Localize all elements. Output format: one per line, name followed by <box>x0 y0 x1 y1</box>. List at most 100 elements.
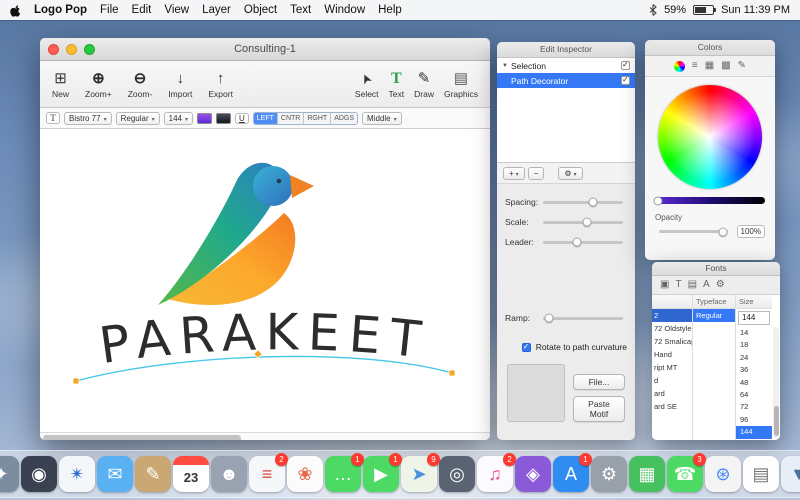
logo-text[interactable]: PARAKEET <box>96 303 433 375</box>
dock-messages[interactable]: … 1 <box>325 456 361 492</box>
font-style-select[interactable]: Regular <box>116 112 160 125</box>
horizontal-scrollbar[interactable] <box>40 432 490 440</box>
menu-item[interactable]: Text <box>290 4 311 16</box>
dock-phone[interactable]: ☎ 3 <box>667 456 703 492</box>
toolbar-button[interactable]: ✎ Draw <box>414 70 434 99</box>
text-color-well[interactable] <box>197 113 212 124</box>
dock-reminders[interactable]: ≡ 2 <box>249 456 285 492</box>
dock-podcasts[interactable]: ◈ <box>515 456 551 492</box>
dock-numbers[interactable]: ▦ <box>629 456 665 492</box>
font-family-select[interactable]: Bistro 77 <box>64 112 112 125</box>
alignment-option[interactable]: ADGS <box>331 113 357 124</box>
paste-motif-button[interactable]: Paste Motif <box>573 396 625 422</box>
dock-textedit[interactable]: ▤ <box>743 456 779 492</box>
font-size-row[interactable]: 18 <box>736 339 772 351</box>
app-menu[interactable]: Logo Pop <box>34 4 87 16</box>
fonts-actions-icon[interactable] <box>716 278 725 292</box>
brightness-slider[interactable] <box>655 197 765 204</box>
dock-safari[interactable]: ✴ <box>59 456 95 492</box>
font-size-row[interactable]: 14 <box>736 327 772 339</box>
menu-item[interactable]: Window <box>324 4 365 16</box>
vertical-scrollbar[interactable] <box>773 327 779 438</box>
font-size-row[interactable]: 96 <box>736 414 772 426</box>
font-size-row[interactable]: 144 <box>736 426 772 438</box>
size-input-field[interactable]: 144 <box>738 311 770 325</box>
slider-thumb[interactable] <box>572 238 581 247</box>
alignment-option[interactable]: CNTR <box>278 113 304 124</box>
window-titlebar[interactable]: Consulting-1 <box>40 38 490 61</box>
menu-item[interactable]: Edit <box>132 4 152 16</box>
font-family-row[interactable]: d <box>652 374 692 387</box>
rotate-to-path-checkbox[interactable] <box>522 343 531 352</box>
toolbar-button[interactable]: ⊖ Zoom- <box>128 70 153 99</box>
add-decorator-button[interactable]: + <box>503 167 525 180</box>
color-wheel-tab-icon[interactable] <box>674 61 685 72</box>
dock-launchpad[interactable]: ✦ <box>0 456 19 492</box>
font-size-row[interactable]: 72 <box>736 401 772 413</box>
panel-title[interactable]: Edit Inspector <box>497 42 635 58</box>
dock-app-store[interactable]: A 1 <box>553 456 589 492</box>
menu-item[interactable]: File <box>100 4 119 16</box>
dock-notes[interactable]: ✎ <box>135 456 171 492</box>
toolbar-button[interactable]: T Text <box>389 70 405 99</box>
dock-contacts[interactable]: ☻ <box>211 456 247 492</box>
color-sliders-tab-icon[interactable] <box>692 59 698 73</box>
scrollbar-thumb[interactable] <box>774 406 779 436</box>
color-spectrum-tab-icon[interactable] <box>721 59 730 73</box>
file-button[interactable]: File... <box>573 374 625 390</box>
font-family-row[interactable]: ard SE <box>652 400 692 413</box>
slider[interactable] <box>543 241 623 244</box>
color-palettes-tab-icon[interactable] <box>705 59 714 73</box>
dock-photos[interactable]: ❀ <box>287 456 323 492</box>
dock-camera[interactable]: ◎ <box>439 456 475 492</box>
list-item-path-decorator[interactable]: Path Decorator <box>497 73 635 88</box>
toolbar-button[interactable]: ↓ Import <box>168 70 192 99</box>
document-canvas[interactable]: PARAKEET <box>40 129 490 432</box>
toolbar-button[interactable]: ➤ Select <box>355 70 379 99</box>
opacity-slider[interactable] <box>659 230 728 233</box>
slider-thumb[interactable] <box>654 196 663 205</box>
dock-itunes[interactable]: ♫ 2 <box>477 456 513 492</box>
list-item-selection[interactable]: ▼ Selection <box>497 58 635 73</box>
dock-mail[interactable]: ✉ <box>97 456 133 492</box>
dock-facetime[interactable]: ▶ 1 <box>363 456 399 492</box>
font-family-row[interactable]: 2 <box>652 309 692 322</box>
visibility-checkbox[interactable] <box>621 76 630 85</box>
menu-item[interactable]: Layer <box>202 4 231 16</box>
color-wheel[interactable] <box>658 85 762 189</box>
font-family-row[interactable]: ard <box>652 387 692 400</box>
toolbar-button[interactable]: ⊞ New <box>52 70 69 99</box>
toolbar-button[interactable]: ▤ Graphics <box>444 70 478 99</box>
toolbar-button[interactable]: ⊕ Zoom+ <box>85 70 112 99</box>
alignment-option[interactable]: RGHT <box>304 113 331 124</box>
typeface-row-selected[interactable]: Regular <box>693 309 735 322</box>
dock-settings[interactable]: ⚙ <box>591 456 627 492</box>
font-family-row[interactable]: 72 Oldstyle <box>652 322 692 335</box>
remove-decorator-button[interactable]: − <box>528 167 545 180</box>
toolbar-button[interactable]: ↑ Export <box>208 70 233 99</box>
color-pencils-tab-icon[interactable] <box>738 59 746 73</box>
vertical-align-select[interactable]: Middle <box>362 112 402 125</box>
stroke-color-well[interactable] <box>216 113 231 124</box>
fonts-list-icon[interactable] <box>688 278 697 292</box>
slider-thumb[interactable] <box>718 227 727 236</box>
fonts-size-icon[interactable] <box>703 278 710 292</box>
fonts-text-icon[interactable] <box>675 278 681 292</box>
font-family-row[interactable]: 72 Smalicap <box>652 335 692 348</box>
visibility-checkbox[interactable] <box>621 61 630 70</box>
font-size-row[interactable]: 24 <box>736 352 772 364</box>
font-size-row[interactable]: 36 <box>736 364 772 376</box>
ramp-slider[interactable] <box>543 317 623 320</box>
font-size-select[interactable]: 144 <box>164 112 193 125</box>
font-family-row[interactable]: ript MT <box>652 361 692 374</box>
slider[interactable] <box>543 201 623 204</box>
menu-item[interactable]: View <box>164 4 189 16</box>
bluetooth-icon[interactable] <box>649 4 657 16</box>
font-size-row[interactable]: 64 <box>736 389 772 401</box>
menu-item[interactable]: Help <box>378 4 402 16</box>
fonts-collections-icon[interactable] <box>660 278 669 292</box>
alignment-option[interactable]: LEFT <box>254 113 278 124</box>
slider-thumb[interactable] <box>545 314 554 323</box>
underline-button[interactable]: U <box>235 113 249 124</box>
panel-title[interactable]: Fonts <box>652 262 780 276</box>
